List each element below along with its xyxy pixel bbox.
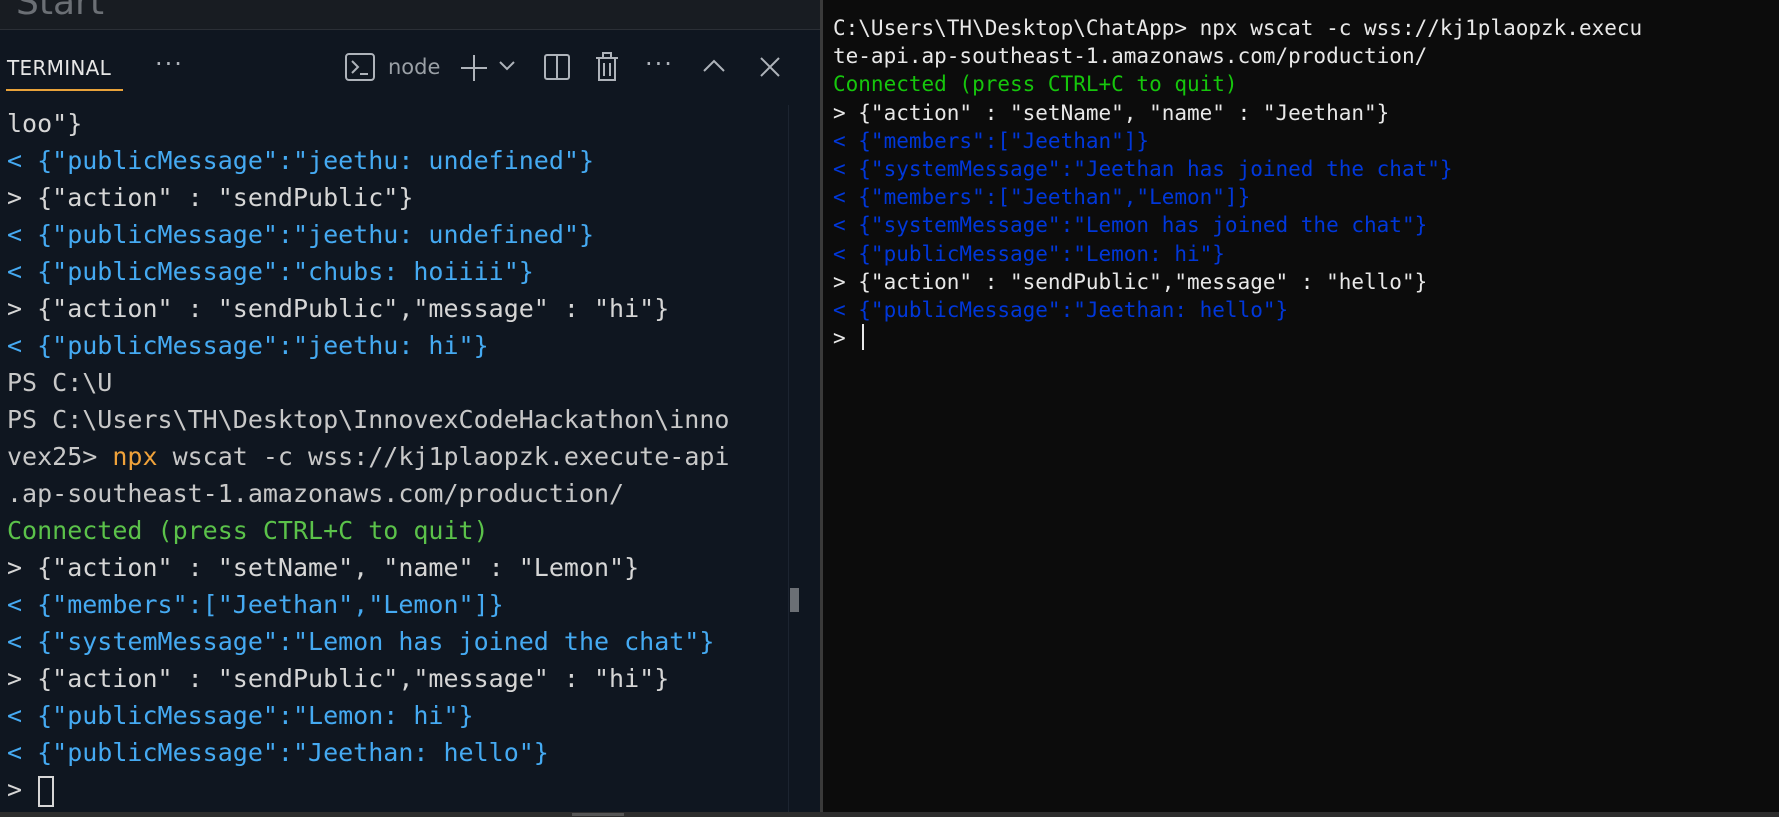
terminal-line: >: [833, 326, 859, 351]
terminal-line: < {"members":["Jeethan"]}: [833, 128, 1150, 153]
terminal-line: < {"publicMessage":"Jeethan: hello"}: [7, 738, 549, 767]
terminal-line: < {"publicMessage":"jeethu: undefined"}: [7, 146, 594, 175]
terminal-line: > {"action" : "sendPublic","message" : "…: [833, 269, 1428, 294]
terminal-line: < {"publicMessage":"Lemon: hi"}: [7, 701, 474, 730]
terminal-icon[interactable]: [344, 52, 376, 82]
terminal-line: < {"systemMessage":"Lemon has joined the…: [833, 213, 1428, 238]
terminal-line: < {"publicMessage":"chubs: hoiiii"}: [7, 257, 534, 286]
terminal-line: >: [7, 775, 38, 804]
terminal-line: > {"action" : "sendPublic"}: [7, 183, 414, 212]
terminal-scrollbar-thumb[interactable]: [790, 588, 799, 612]
terminal-more-actions-button[interactable]: ···: [645, 50, 674, 78]
terminal-line: te-api.ap-southeast-1.amazonaws.com/prod…: [833, 44, 1428, 69]
terminal-line: > {"action" : "sendPublic","message" : "…: [7, 294, 670, 323]
terminal-line: C:\Users\TH\Desktop\ChatApp> npx wscat -…: [833, 16, 1643, 40]
terminal-line-segment: -c: [262, 442, 293, 471]
split-pane-icon[interactable]: [543, 53, 571, 81]
vscode-terminal-output[interactable]: loo"} < {"publicMessage":"jeethu: undefin…: [7, 105, 787, 808]
editor-area: Start: [0, 0, 820, 30]
screen: Start TERMINAL ··· node ··· loo"} < {"pu…: [0, 0, 1779, 817]
terminal-line: < {"members":["Jeethan","Lemon"]}: [833, 185, 1251, 210]
terminal-line-segment: wss://kj1plaopzk.execute-api: [292, 442, 730, 471]
terminal-shell-label[interactable]: node: [388, 55, 440, 79]
terminal-line: PS C:\U: [7, 368, 113, 397]
terminal-line: < {"publicMessage":"jeethu: hi"}: [7, 331, 489, 360]
terminal-line: > {"action" : "setName", "name" : "Lemon…: [7, 553, 640, 582]
terminal-line: > {"action" : "setName", "name" : "Jeeth…: [833, 100, 1390, 125]
terminal-line: Connected (press CTRL+C to quit): [833, 72, 1238, 97]
terminal-cursor: [38, 776, 54, 807]
terminal-line: vex25> npx wscat -c wss://kj1plaopzk.exe…: [7, 438, 787, 475]
taskbar-indicator: [572, 813, 624, 816]
terminal-line: < {"systemMessage":"Lemon has joined the…: [7, 627, 715, 656]
vscode-terminal-window: Start TERMINAL ··· node ··· loo"} < {"pu…: [0, 0, 820, 812]
terminal-line: < {"publicMessage":"Jeethan: hello"}: [833, 298, 1289, 323]
terminal-line: > {"action" : "sendPublic","message" : "…: [7, 664, 670, 693]
terminal-line: < {"publicMessage":"Lemon: hi"}: [833, 241, 1225, 266]
terminal-line: .ap-southeast-1.amazonaws.com/production…: [7, 479, 625, 508]
panel-more-actions-button[interactable]: ···: [155, 50, 184, 78]
console-cursor: [862, 324, 864, 350]
terminal-line: < {"members":["Jeethan","Lemon"]}: [7, 590, 504, 619]
tab-active-indicator: [6, 89, 123, 91]
terminal-line-segment: vex25>: [7, 442, 113, 471]
terminal-scroll-track: [788, 105, 789, 812]
console-window: C:\Users\TH\Desktop\ChatApp> npx wscat -…: [823, 0, 1779, 812]
terminal-line: < {"systemMessage":"Jeethan has joined t…: [833, 157, 1453, 182]
editor-start-title: Start: [16, 0, 104, 23]
terminal-line: < {"publicMessage":"jeethu: undefined"}: [7, 220, 594, 249]
terminal-line: loo"}: [7, 109, 83, 138]
chevron-up-icon[interactable]: [702, 58, 726, 74]
taskbar-edge: [0, 812, 1779, 817]
terminal-line-segment: npx: [112, 442, 158, 471]
terminal-line: PS C:\Users\TH\Desktop\InnovexCodeHackat…: [7, 405, 730, 434]
plus-icon[interactable]: [459, 53, 489, 83]
trash-icon[interactable]: [594, 52, 620, 82]
terminal-line: Connected (press CTRL+C to quit): [7, 516, 489, 545]
console-output[interactable]: C:\Users\TH\Desktop\ChatApp> npx wscat -…: [833, 14, 1773, 352]
terminal-line-segment: wscat: [157, 442, 263, 471]
tab-terminal[interactable]: TERMINAL: [7, 56, 111, 80]
chevron-down-icon[interactable]: [498, 60, 516, 72]
close-icon[interactable]: [759, 56, 781, 78]
